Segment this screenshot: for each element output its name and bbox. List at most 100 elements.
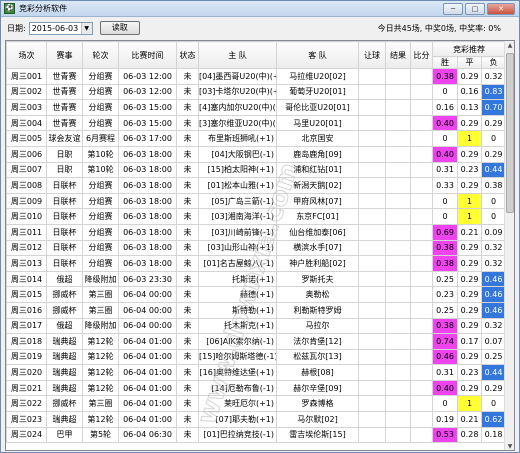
score-cell[interactable] bbox=[410, 208, 433, 225]
win-prob-cell[interactable]: 0.23 bbox=[432, 286, 458, 303]
home-team-cell[interactable]: [03]川崎前锋(-1) bbox=[198, 223, 277, 241]
win-prob-cell[interactable]: 0 bbox=[432, 395, 458, 413]
win-prob-cell[interactable]: 0.38 bbox=[432, 68, 458, 85]
result-cell[interactable] bbox=[385, 286, 411, 303]
match-no-cell[interactable]: 周三015 bbox=[6, 286, 47, 303]
time-cell[interactable]: 06-03 18:00 bbox=[118, 145, 177, 163]
match-no-cell[interactable]: 周三004 bbox=[6, 114, 47, 132]
win-prob-cell[interactable]: 0.74 bbox=[432, 333, 458, 350]
win-prob-cell[interactable]: 0.25 bbox=[432, 270, 458, 288]
home-team-cell[interactable]: 斯特勒(+1) bbox=[198, 301, 277, 319]
time-cell[interactable]: 06-04 00:00 bbox=[118, 317, 177, 335]
handicap-cell[interactable] bbox=[358, 395, 386, 413]
handicap-cell[interactable] bbox=[358, 426, 386, 444]
away-team-cell[interactable]: 葡萄牙U20[01] bbox=[276, 83, 359, 101]
result-cell[interactable] bbox=[385, 239, 411, 257]
match-no-cell[interactable]: 周三006 bbox=[6, 145, 47, 163]
round-cell[interactable]: 第10轮 bbox=[82, 161, 119, 179]
score-cell[interactable] bbox=[410, 395, 433, 413]
table-row[interactable]: 周三001 世青赛 分组赛 06-03 12:00 未 [04]墨西哥U20(中)(+1 马… bbox=[6, 68, 506, 85]
round-cell[interactable]: 第三圈 bbox=[82, 395, 119, 413]
draw-prob-cell[interactable]: 0.29 bbox=[457, 68, 482, 85]
handicap-cell[interactable] bbox=[358, 208, 386, 225]
handicap-cell[interactable] bbox=[358, 348, 386, 366]
league-cell[interactable]: 挪威杯 bbox=[46, 395, 83, 413]
status-cell[interactable]: 未 bbox=[176, 426, 199, 444]
time-cell[interactable]: 06-04 06:30 bbox=[118, 426, 177, 444]
league-cell[interactable]: 日联杯 bbox=[46, 192, 83, 210]
match-no-cell[interactable]: 周三002 bbox=[6, 83, 47, 101]
loss-prob-cell[interactable]: 0.32 bbox=[481, 255, 506, 272]
away-team-cell[interactable]: 马拉维U20[02] bbox=[276, 68, 359, 85]
draw-prob-cell[interactable]: 0.21 bbox=[457, 223, 482, 241]
loss-prob-cell[interactable]: 0.32 bbox=[481, 317, 506, 335]
win-prob-cell[interactable]: 0.40 bbox=[432, 145, 458, 163]
loss-prob-cell[interactable]: 0 bbox=[481, 208, 506, 225]
match-no-cell[interactable]: 周三009 bbox=[6, 192, 47, 210]
score-cell[interactable] bbox=[410, 411, 433, 428]
date-picker[interactable]: 2015-06-03 ▼ bbox=[28, 21, 93, 35]
score-cell[interactable] bbox=[410, 192, 433, 210]
draw-prob-cell[interactable]: 0.13 bbox=[457, 99, 482, 116]
status-cell[interactable]: 未 bbox=[176, 270, 199, 288]
status-cell[interactable]: 未 bbox=[176, 255, 199, 272]
result-cell[interactable] bbox=[385, 317, 411, 335]
status-cell[interactable]: 未 bbox=[176, 192, 199, 210]
league-cell[interactable]: 世青赛 bbox=[46, 99, 83, 116]
match-no-cell[interactable]: 周三012 bbox=[6, 239, 47, 257]
win-prob-cell[interactable]: 0.25 bbox=[432, 301, 458, 319]
status-cell[interactable]: 未 bbox=[176, 239, 199, 257]
away-team-cell[interactable]: 赫根[08] bbox=[276, 364, 359, 381]
score-cell[interactable] bbox=[410, 130, 433, 147]
loss-prob-cell[interactable]: 0.32 bbox=[481, 68, 506, 85]
table-row[interactable]: 周三006 日职 第10轮 06-03 18:00 未 [04]大阪钢巴(-1) 鹿岛鹿角[… bbox=[6, 145, 506, 163]
win-prob-cell[interactable]: 0 bbox=[432, 192, 458, 210]
loss-prob-cell[interactable]: 0.38 bbox=[481, 177, 506, 194]
away-team-cell[interactable]: 松兹瓦尔[13] bbox=[276, 348, 359, 366]
draw-prob-cell[interactable]: 0.29 bbox=[457, 255, 482, 272]
time-cell[interactable]: 06-04 01:00 bbox=[118, 379, 177, 397]
status-cell[interactable]: 未 bbox=[176, 379, 199, 397]
handicap-cell[interactable] bbox=[358, 379, 386, 397]
match-no-cell[interactable]: 周三010 bbox=[6, 208, 47, 225]
win-prob-cell[interactable]: 0.31 bbox=[432, 364, 458, 381]
loss-prob-cell[interactable]: 0.29 bbox=[481, 114, 506, 132]
round-cell[interactable]: 第三圈 bbox=[82, 286, 119, 303]
status-cell[interactable]: 未 bbox=[176, 395, 199, 413]
status-cell[interactable]: 未 bbox=[176, 161, 199, 179]
home-team-cell[interactable]: [06]AIK索尔纳(-1) bbox=[198, 333, 277, 350]
loss-prob-cell[interactable]: 0 bbox=[481, 395, 506, 413]
table-row[interactable]: 周三013 日联杯 分组赛 06-03 18:00 未 [01]名古屋鲸八(-1) 神户胜利… bbox=[6, 255, 506, 272]
score-cell[interactable] bbox=[410, 317, 433, 335]
loss-prob-cell[interactable]: 0.70 bbox=[481, 99, 506, 116]
status-cell[interactable]: 未 bbox=[176, 286, 199, 303]
table-row[interactable]: 周三024 巴甲 第5轮 06-04 06:30 未 [01]巴拉纳竞技(-1) 雷吉埃伦斯… bbox=[6, 426, 506, 444]
status-cell[interactable]: 未 bbox=[176, 333, 199, 350]
loss-prob-cell[interactable]: 0.46 bbox=[481, 301, 506, 319]
loss-prob-cell[interactable]: 0.44 bbox=[481, 364, 506, 381]
league-cell[interactable]: 瑞典超 bbox=[46, 348, 83, 366]
time-cell[interactable]: 06-03 18:00 bbox=[118, 177, 177, 194]
draw-prob-cell[interactable]: 0.28 bbox=[457, 426, 482, 444]
result-cell[interactable] bbox=[385, 83, 411, 101]
table-row[interactable]: 周三021 瑞典超 第12轮 06-04 01:00 未 [14]厄勒布鲁(-1) 赫尔辛堡… bbox=[6, 379, 506, 397]
table-row[interactable]: 周三012 日联杯 分组赛 06-03 18:00 未 [03]山形山神(+1) 横滨水手[… bbox=[6, 239, 506, 257]
draw-prob-cell[interactable]: 0.29 bbox=[457, 379, 482, 397]
match-no-cell[interactable]: 周三019 bbox=[6, 348, 47, 366]
win-prob-cell[interactable]: 0.53 bbox=[432, 426, 458, 444]
handicap-cell[interactable] bbox=[358, 145, 386, 163]
table-row[interactable]: 周三008 日联杯 分组赛 06-03 18:00 未 [01]松本山雅(+1) 新潟天鹅[… bbox=[6, 177, 506, 194]
handicap-cell[interactable] bbox=[358, 161, 386, 179]
handicap-cell[interactable] bbox=[358, 317, 386, 335]
round-cell[interactable]: 降级附加 bbox=[82, 270, 119, 288]
draw-prob-cell[interactable]: 0.29 bbox=[457, 270, 482, 288]
col-header[interactable]: 让球 bbox=[358, 41, 386, 69]
match-no-cell[interactable]: 周三023 bbox=[6, 411, 47, 428]
col-header[interactable]: 比分 bbox=[410, 41, 433, 69]
away-team-cell[interactable]: 马尔默[02] bbox=[276, 411, 359, 428]
round-cell[interactable]: 第12轮 bbox=[82, 364, 119, 381]
away-team-cell[interactable]: 仙台维加泰[06] bbox=[276, 223, 359, 241]
win-prob-cell[interactable]: 0.19 bbox=[432, 411, 458, 428]
result-cell[interactable] bbox=[385, 426, 411, 444]
status-cell[interactable]: 未 bbox=[176, 317, 199, 335]
